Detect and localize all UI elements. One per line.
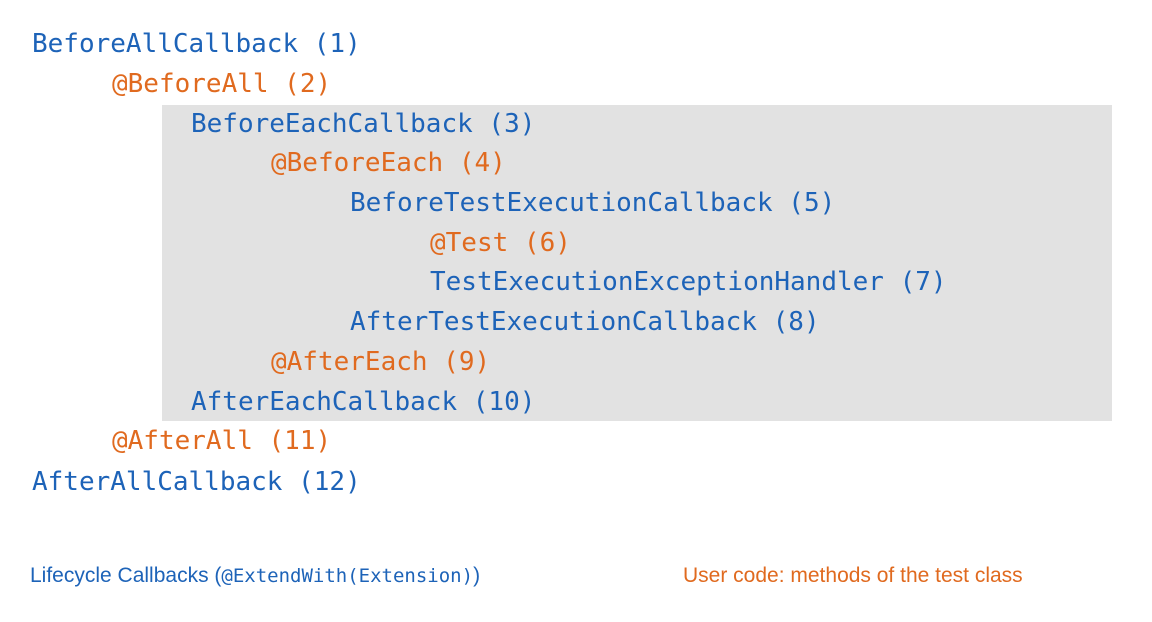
- step-before-each: @BeforeEach (4): [271, 148, 506, 178]
- step-before-each-callback: BeforeEachCallback (3): [191, 109, 536, 139]
- step-before-test-execution-callback: BeforeTestExecutionCallback (5): [350, 188, 836, 218]
- step-before-all-callback: BeforeAllCallback (1): [32, 29, 361, 59]
- step-after-each-callback: AfterEachCallback (10): [191, 387, 536, 417]
- step-test-execution-exception-handler: TestExecutionExceptionHandler (7): [430, 267, 947, 297]
- step-after-each: @AfterEach (9): [271, 347, 491, 377]
- step-test: @Test (6): [430, 228, 571, 258]
- step-after-all-callback: AfterAllCallback (12): [32, 467, 361, 497]
- step-after-all: @AfterAll (11): [112, 426, 332, 456]
- legend-extension-prefix: Lifecycle Callbacks (: [30, 564, 222, 587]
- step-after-test-execution-callback: AfterTestExecutionCallback (8): [350, 307, 820, 337]
- legend-extension: Lifecycle Callbacks (@ExtendWith(Extensi…: [30, 562, 480, 590]
- legend-user-code: User code: methods of the test class: [683, 564, 1023, 587]
- legend-extension-code: @ExtendWith(Extension): [221, 565, 474, 587]
- step-before-all: @BeforeAll (2): [112, 69, 332, 99]
- legend-extension-suffix: ): [473, 564, 481, 587]
